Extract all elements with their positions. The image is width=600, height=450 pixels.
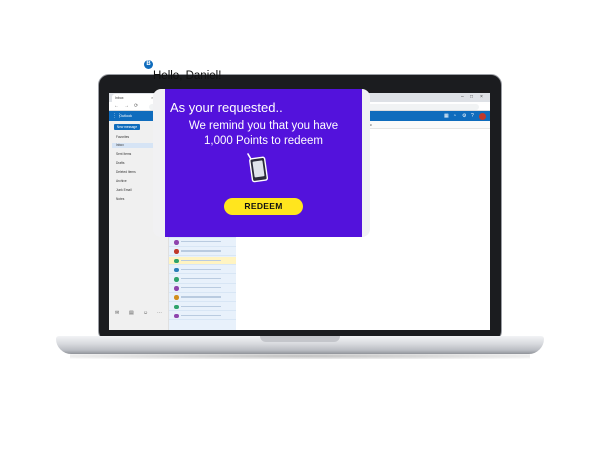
mail-icon[interactable]: ✉ [115,310,119,316]
redeem-button[interactable]: REDEEM [224,198,303,215]
ereader-icon [247,153,269,183]
email-greeting: Hello, Daniel! [153,70,222,82]
calendar-icon[interactable]: ▤ [129,310,134,316]
reload-button[interactable]: ⟳ [134,102,138,111]
forward-button[interactable]: → [124,102,129,111]
favorites-header: Favorites [116,135,130,139]
help-icon[interactable]: ? [471,111,474,121]
list-item[interactable] [169,303,236,312]
list-item[interactable] [169,284,236,293]
message-preview [181,268,221,270]
avatar[interactable] [479,112,486,120]
message-preview [181,241,221,243]
laptop-notch [260,336,340,342]
sender-avatar [174,304,179,310]
folder-label: Inbox [116,143,124,147]
sender-avatar [174,286,179,291]
sender-avatar [174,277,179,282]
sender-avatar [174,267,179,273]
sender-avatar [174,295,179,300]
apps-icon[interactable]: ▦ [444,111,449,121]
close-window-button[interactable]: × [480,93,483,102]
list-item[interactable] [169,275,236,284]
people-icon[interactable]: ☺ [143,310,148,316]
message-preview [181,259,221,261]
list-item[interactable] [169,238,236,247]
promo-line-2: 1,000 Points to redeem [204,135,323,147]
list-item[interactable] [169,293,236,302]
message-preview [181,278,221,280]
message-preview [181,305,221,307]
maximize-button[interactable]: □ [470,93,473,102]
list-item[interactable] [169,247,236,256]
sender-avatar [174,258,179,264]
more-icon[interactable]: ⋯ [157,310,162,316]
message-preview [181,314,221,316]
bell-icon[interactable]: ◔ [453,111,456,121]
promo-headline: As your requested.. [170,100,283,115]
sender-avatar [174,249,179,254]
message-preview [181,287,221,289]
message-preview [181,250,221,252]
list-item[interactable] [169,256,236,266]
app-title: Outlook [119,114,133,118]
sender-avatar [174,313,179,319]
message-preview [181,296,221,298]
sender-avatar [174,240,179,245]
list-item[interactable] [169,312,236,321]
back-button[interactable]: ← [114,102,119,111]
folder-label: Drafts [116,161,125,165]
new-message-button[interactable]: New message [114,124,140,130]
gear-icon[interactable]: ⚙ [462,111,466,121]
promo-body: We remind you that you have 1,000 Points… [165,119,362,149]
list-item[interactable] [169,266,236,275]
promo-line-1: We remind you that you have [188,120,339,132]
brand-logo-icon: B [144,60,153,69]
minimize-button[interactable]: – [461,93,464,102]
